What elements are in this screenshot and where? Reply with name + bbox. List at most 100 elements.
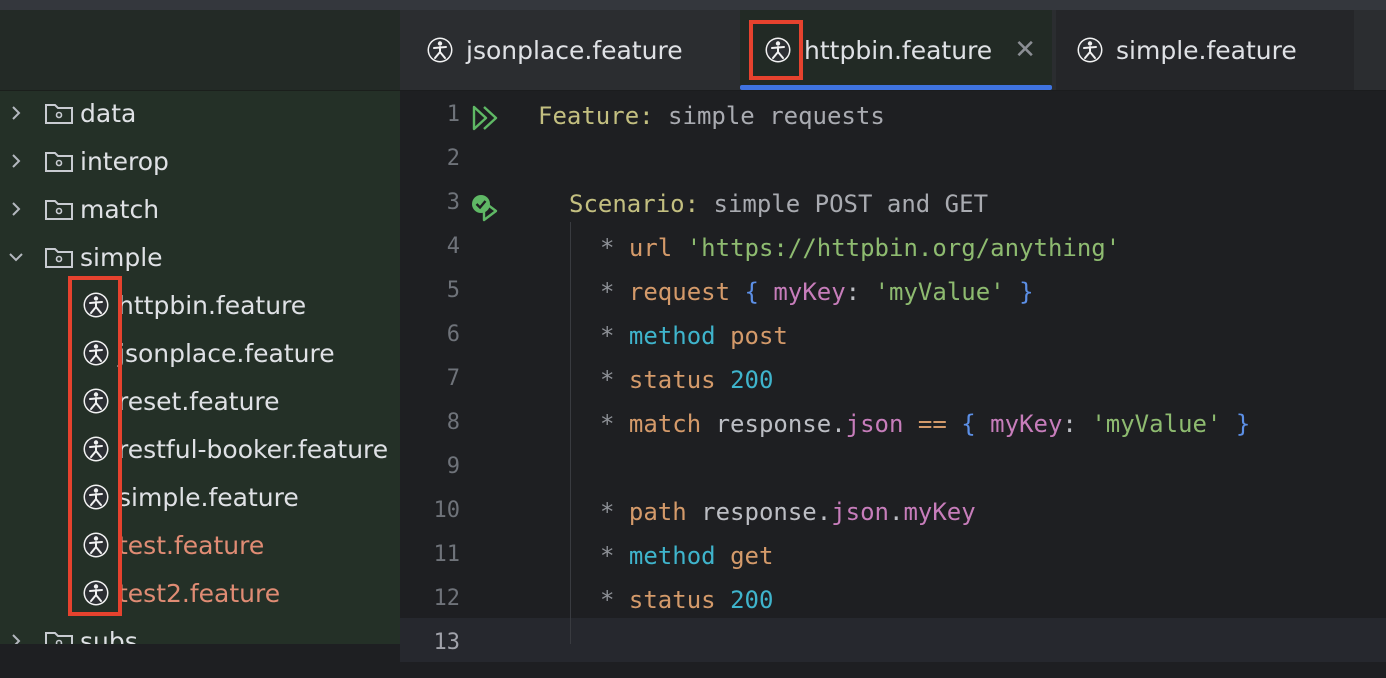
step-keyword: status xyxy=(628,586,716,614)
json-key: myKey xyxy=(773,278,846,306)
chevron-right-icon[interactable] xyxy=(8,153,24,169)
tab-label: jsonplace.feature xyxy=(466,35,683,65)
code-line-10: * path response.json.myKey xyxy=(600,490,976,534)
tree-folder-data[interactable]: data xyxy=(0,89,400,137)
tree-file-reset[interactable]: reset.feature xyxy=(0,377,400,425)
dot: . xyxy=(889,498,904,526)
code-area[interactable]: Feature: simple requests Scenario: simpl… xyxy=(538,90,1386,644)
identifier: response. xyxy=(715,410,846,438)
tree-folder-match[interactable]: match xyxy=(0,185,400,233)
karate-feature-icon xyxy=(427,37,453,63)
step-bullet: * xyxy=(600,366,629,394)
property: json xyxy=(845,410,904,438)
chevron-right-icon[interactable] xyxy=(8,633,24,644)
step-argument: get xyxy=(730,542,774,570)
line-number: 11 xyxy=(433,542,461,567)
editor-tab-bar: jsonplace.feature httpbin.feature ✕ simp… xyxy=(400,10,1386,91)
number-literal: 200 xyxy=(730,586,774,614)
tree-file-test[interactable]: test.feature xyxy=(0,521,400,569)
folder-icon xyxy=(45,200,73,220)
line-number: 6 xyxy=(446,322,460,347)
run-scenario-passed-icon[interactable] xyxy=(470,194,502,224)
step-keyword: request xyxy=(628,278,731,306)
step-keyword: method xyxy=(628,542,716,570)
brace: } xyxy=(1235,410,1251,438)
code-line-7: * status 200 xyxy=(600,358,773,402)
step-bullet: * xyxy=(600,410,629,438)
feature-title: simple requests xyxy=(653,102,885,130)
code-line-11: * method get xyxy=(600,534,773,578)
editor-gutter: 1 2 3 4 5 6 7 8 9 10 11 12 13 xyxy=(400,90,530,655)
step-bullet: * xyxy=(600,278,629,306)
step-bullet: * xyxy=(600,542,629,570)
tree-folder-interop[interactable]: interop xyxy=(0,137,400,185)
tree-file-simple[interactable]: simple.feature xyxy=(0,473,400,521)
step-bullet: * xyxy=(600,234,629,262)
line-number: 4 xyxy=(446,234,460,259)
step-bullet: * xyxy=(600,586,629,614)
tree-file-test2[interactable]: test2.feature xyxy=(0,569,400,617)
number-literal: 200 xyxy=(730,366,774,394)
run-feature-icon[interactable] xyxy=(470,104,500,132)
line-number: 10 xyxy=(433,498,461,523)
line-number: 7 xyxy=(446,366,460,391)
scenario-title: simple POST and GET xyxy=(699,190,989,218)
step-bullet: * xyxy=(600,498,629,526)
tree-file-httpbin[interactable]: httpbin.feature xyxy=(0,281,400,329)
property: json xyxy=(831,498,889,526)
tab-label: simple.feature xyxy=(1116,35,1297,65)
chevron-right-icon[interactable] xyxy=(8,105,24,121)
code-line-5: * request { myKey: 'myValue' } xyxy=(600,270,1034,314)
brace: { xyxy=(961,410,976,438)
close-icon[interactable]: ✕ xyxy=(1014,35,1036,65)
tree-file-label: restful-booker.feature xyxy=(118,434,389,464)
gherkin-keyword: Scenario: xyxy=(569,190,700,218)
step-bullet: * xyxy=(600,322,629,350)
tab-jsonplace[interactable]: jsonplace.feature xyxy=(408,10,740,90)
line-number: 5 xyxy=(446,278,460,303)
string-literal: 'https://httpbin.org/anything' xyxy=(686,234,1121,262)
tree-folder-subs[interactable]: subs xyxy=(0,617,400,644)
step-keyword: status xyxy=(628,366,716,394)
highlight-box-file-icons xyxy=(68,276,122,616)
colon: : xyxy=(1062,410,1077,438)
tab-label: httpbin.feature xyxy=(804,35,993,65)
code-line-12: * status 200 xyxy=(600,578,773,622)
tree-file-label: reset.feature xyxy=(118,386,280,416)
string-literal: 'myValue' xyxy=(1091,410,1222,438)
folder-icon xyxy=(45,104,73,124)
tree-folder-label: simple xyxy=(80,242,163,272)
tree-folder-label: match xyxy=(80,194,160,224)
step-argument: post xyxy=(730,322,788,350)
highlight-box-tab-icon xyxy=(749,20,803,80)
brace: } xyxy=(1019,278,1034,306)
tree-file-jsonplace[interactable]: jsonplace.feature xyxy=(0,329,400,377)
step-keyword: method xyxy=(628,322,716,350)
gherkin-keyword: Feature: xyxy=(538,102,654,130)
code-line-1: Feature: simple requests xyxy=(538,94,885,138)
folder-icon xyxy=(45,152,73,172)
karate-feature-icon xyxy=(1077,37,1103,63)
string-literal: 'myValue' xyxy=(874,278,1005,306)
chevron-down-icon[interactable] xyxy=(8,249,24,265)
window-top-strip xyxy=(0,0,1386,10)
tree-file-label: simple.feature xyxy=(118,482,299,512)
colon: : xyxy=(845,278,861,306)
tree-file-label: jsonplace.feature xyxy=(118,338,335,368)
tree-folder-label: subs xyxy=(80,626,138,645)
tree-file-restful-booker[interactable]: restful-booker.feature xyxy=(0,425,400,473)
line-number: 9 xyxy=(446,454,460,479)
folder-icon xyxy=(45,632,73,644)
code-line-8: * match response.json == { myKey: 'myVal… xyxy=(600,402,1250,446)
line-number: 12 xyxy=(433,586,461,611)
line-number: 8 xyxy=(446,410,460,435)
tab-simple[interactable]: simple.feature xyxy=(1056,10,1354,90)
identifier: response. xyxy=(701,498,832,526)
tree-file-label: httpbin.feature xyxy=(118,290,307,320)
tree-folder-simple[interactable]: simple xyxy=(0,233,400,281)
chevron-right-icon[interactable] xyxy=(8,201,24,217)
code-line-6: * method post xyxy=(600,314,788,358)
property: myKey xyxy=(903,498,976,526)
operator: == xyxy=(917,410,947,438)
